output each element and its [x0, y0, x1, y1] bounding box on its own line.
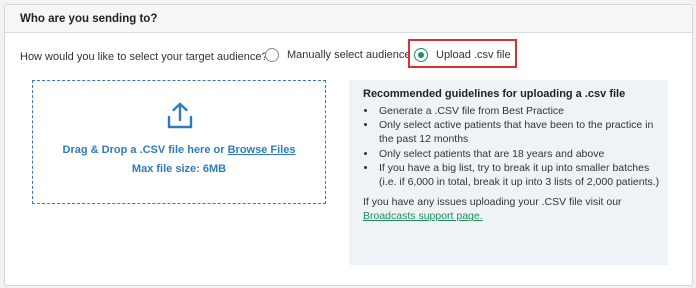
drag-drop-text: Drag & Drop a .CSV file here	[62, 144, 211, 156]
drop-instructions: Drag & Drop a .CSV file here or Browse F…	[33, 144, 325, 156]
guidelines-footer: If you have any issues uploading your .C…	[363, 195, 668, 223]
guidelines-panel: Recommended guidelines for uploading a .…	[349, 80, 668, 265]
upload-icon	[167, 102, 193, 135]
card-title: Who are you sending to?	[20, 13, 158, 25]
or-text: or	[213, 144, 225, 156]
guideline-item: Only select active patients that have be…	[377, 118, 668, 146]
guideline-item: If you have a big list, try to break it …	[377, 161, 668, 189]
guidelines-list: Generate a .CSV file from Best Practice …	[363, 104, 668, 189]
audience-question: How would you like to select your target…	[20, 51, 268, 63]
guideline-item: Only select patients that are 18 years a…	[377, 147, 668, 161]
max-file-size: Max file size: 6MB	[131, 163, 227, 175]
browse-files-link[interactable]: Browse Files	[228, 144, 296, 156]
highlight-box	[408, 39, 517, 68]
support-page-link[interactable]: Broadcasts support page.	[363, 210, 483, 222]
guidelines-title: Recommended guidelines for uploading a .…	[363, 88, 626, 100]
guideline-item: Generate a .CSV file from Best Practice	[377, 104, 668, 118]
card-header: Who are you sending to?	[5, 5, 692, 33]
support-text: If you have any issues uploading your .C…	[363, 196, 622, 209]
radio-manual-indicator[interactable]	[265, 48, 279, 62]
audience-card: Who are you sending to? How would you li…	[4, 4, 693, 286]
radio-manual-label: Manually select audience	[287, 49, 411, 61]
csv-dropzone[interactable]: Drag & Drop a .CSV file here or Browse F…	[32, 80, 326, 204]
radio-manual-select[interactable]: Manually select audience	[265, 46, 411, 64]
